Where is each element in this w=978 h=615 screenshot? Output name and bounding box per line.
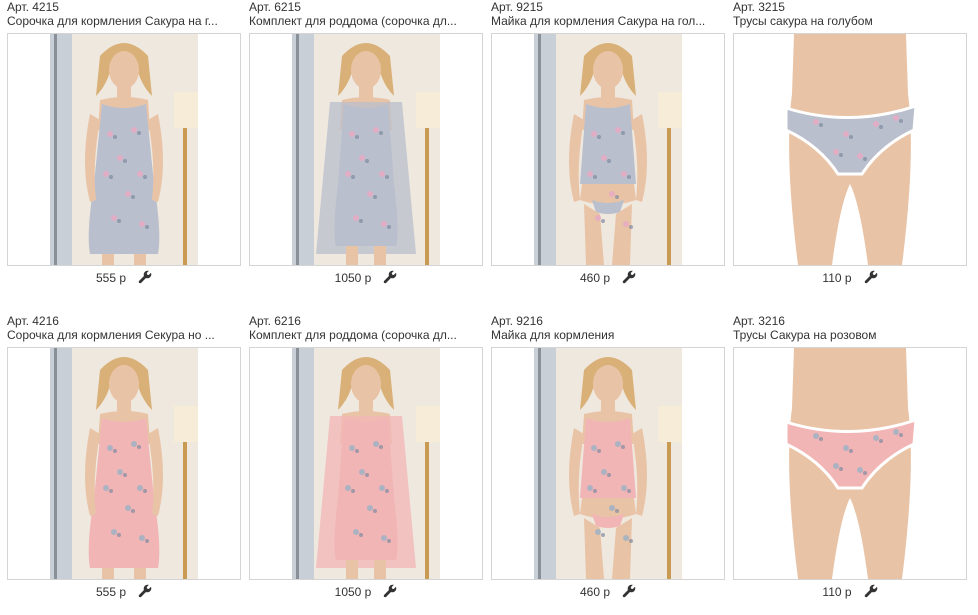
product-article: Арт. 6215: [249, 0, 301, 14]
product-card: Арт. 9216 Майка для кормления 460 р: [491, 314, 725, 602]
product-photo: [50, 34, 198, 265]
product-image[interactable]: [491, 347, 725, 580]
product-photo: [534, 348, 682, 579]
product-photo: [534, 34, 682, 265]
product-price: 460 р: [579, 271, 611, 285]
product-title[interactable]: Майка для кормления Сакура на гол...: [491, 14, 723, 28]
product-meta: 555 р: [7, 582, 241, 602]
wrench-icon[interactable]: [622, 584, 636, 598]
product-title[interactable]: Трусы Сакура на розовом: [733, 328, 965, 342]
product-card: Арт. 6215 Комплект для роддома (сорочка …: [249, 0, 483, 288]
product-photo: [776, 34, 924, 265]
product-price: 110 р: [822, 271, 852, 285]
product-article: Арт. 9215: [491, 0, 543, 14]
wrench-icon[interactable]: [383, 584, 397, 598]
product-image[interactable]: [7, 33, 241, 266]
product-image[interactable]: [249, 347, 483, 580]
product-card: Арт. 3215 Трусы сакура на голубом 110 р: [733, 0, 967, 288]
product-price: 1050 р: [334, 585, 372, 599]
product-image[interactable]: [733, 347, 967, 580]
product-price: 1050 р: [334, 271, 372, 285]
wrench-icon[interactable]: [138, 584, 152, 598]
product-image[interactable]: [7, 347, 241, 580]
product-article: Арт. 3215: [733, 0, 785, 14]
product-card: Арт. 3216 Трусы Сакура на розовом 110 р: [733, 314, 967, 602]
product-article: Арт. 6216: [249, 314, 301, 328]
product-article: Арт. 4215: [7, 0, 59, 14]
product-title[interactable]: Комплект для роддома (сорочка дл...: [249, 14, 481, 28]
product-card: Арт. 6216 Комплект для роддома (сорочка …: [249, 314, 483, 602]
product-meta: 110 р: [733, 268, 967, 288]
product-meta: 110 р: [733, 582, 967, 602]
product-price: 555 р: [95, 271, 127, 285]
product-meta: 555 р: [7, 268, 241, 288]
wrench-icon[interactable]: [138, 270, 152, 284]
product-photo: [776, 348, 924, 579]
product-photo: [292, 348, 440, 579]
wrench-icon[interactable]: [864, 584, 878, 598]
product-card: Арт. 4216 Сорочка для кормления Секура н…: [7, 314, 241, 602]
product-title[interactable]: Сорочка для кормления Секура но ...: [7, 328, 239, 342]
product-price: 460 р: [579, 585, 611, 599]
product-article: Арт. 9216: [491, 314, 543, 328]
product-meta: 460 р: [491, 582, 725, 602]
product-meta: 1050 р: [249, 268, 483, 288]
product-price: 110 р: [822, 585, 852, 599]
product-photo: [50, 348, 198, 579]
product-card: Арт. 9215 Майка для кормления Сакура на …: [491, 0, 725, 288]
product-image[interactable]: [491, 33, 725, 266]
product-image[interactable]: [733, 33, 967, 266]
product-grid: Арт. 4215 Сорочка для кормления Сакура н…: [0, 0, 978, 615]
wrench-icon[interactable]: [864, 270, 878, 284]
product-photo: [292, 34, 440, 265]
product-meta: 1050 р: [249, 582, 483, 602]
product-title[interactable]: Комплект для роддома (сорочка дл...: [249, 328, 481, 342]
product-article: Арт. 3216: [733, 314, 785, 328]
product-price: 555 р: [95, 585, 127, 599]
product-image[interactable]: [249, 33, 483, 266]
wrench-icon[interactable]: [622, 270, 636, 284]
product-meta: 460 р: [491, 268, 725, 288]
product-title[interactable]: Трусы сакура на голубом: [733, 14, 965, 28]
product-card: Арт. 4215 Сорочка для кормления Сакура н…: [7, 0, 241, 288]
product-article: Арт. 4216: [7, 314, 59, 328]
product-title[interactable]: Майка для кормления: [491, 328, 723, 342]
product-title[interactable]: Сорочка для кормления Сакура на г...: [7, 14, 239, 28]
wrench-icon[interactable]: [383, 270, 397, 284]
